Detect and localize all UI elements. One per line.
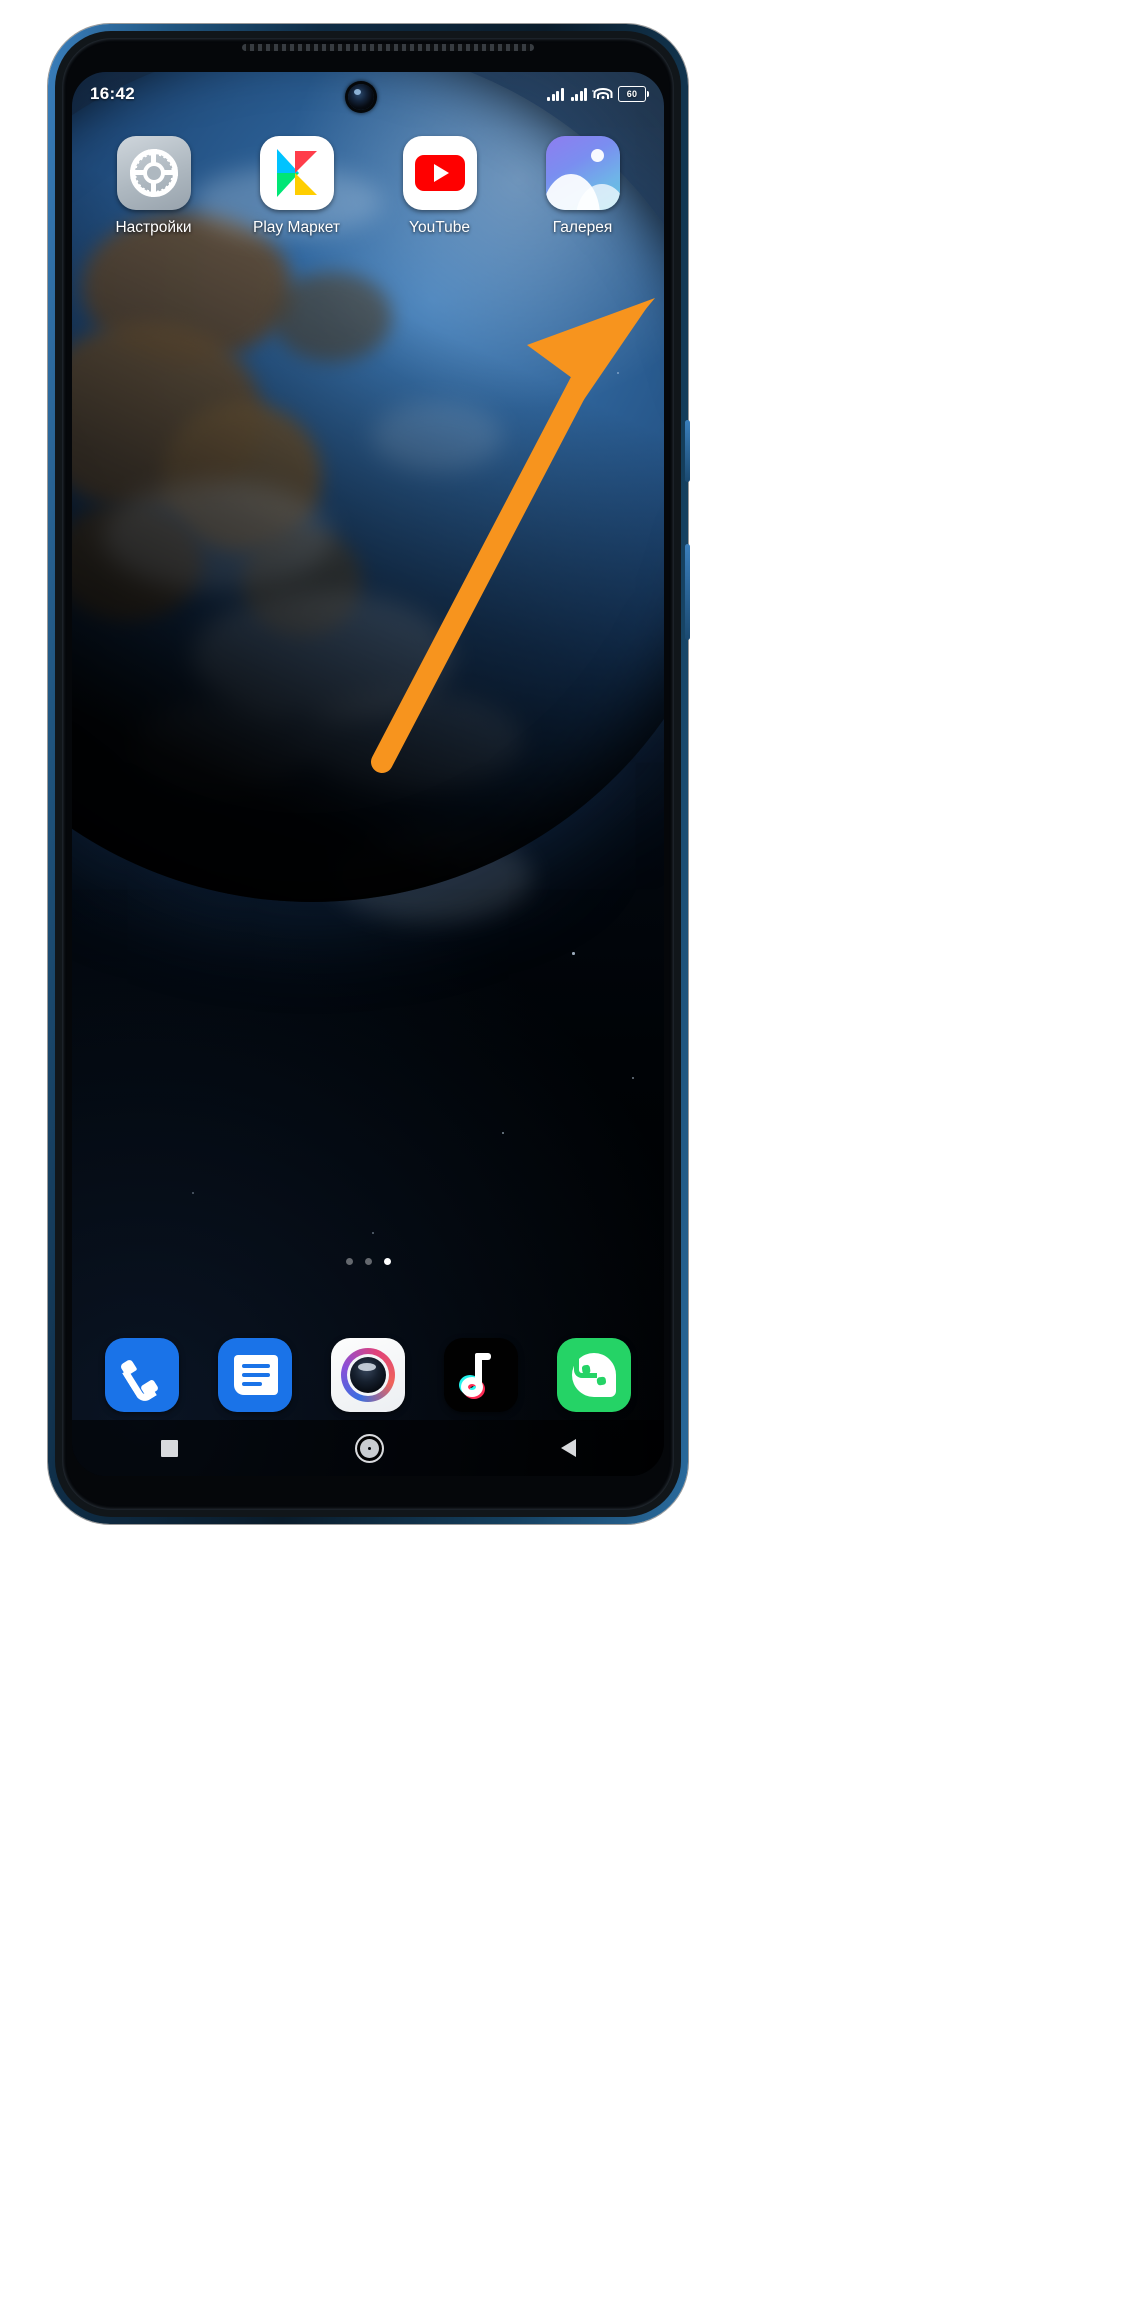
play-store-icon[interactable] [259, 136, 334, 210]
front-camera-punch-hole [348, 84, 374, 110]
page-dot-active[interactable] [383, 1258, 391, 1265]
screenshot-stage: 16:42 60 Настройки Play Маркет YouTube Г… [0, 0, 1128, 2320]
app-settings[interactable]: Настройки [95, 136, 213, 237]
app-label: Галерея [552, 219, 613, 236]
status-bar-clock: 16:42 [90, 84, 135, 103]
earpiece-speaker [242, 44, 534, 51]
app-play-market[interactable]: Play Маркет [238, 136, 356, 237]
messages-icon[interactable] [218, 1338, 293, 1412]
settings-gear-icon[interactable] [116, 136, 191, 210]
whatsapp-icon[interactable] [556, 1338, 631, 1412]
gallery-icon[interactable] [545, 136, 620, 210]
app-label: Play Маркет [253, 219, 340, 236]
power-button[interactable] [685, 544, 690, 640]
page-dot[interactable] [345, 1258, 353, 1265]
signal-bars-sim2-icon [570, 87, 587, 101]
battery-percent-label: 60 [626, 88, 638, 99]
recents-square-icon[interactable] [160, 1439, 178, 1457]
app-label: Настройки [115, 219, 192, 236]
app-youtube[interactable]: YouTube [381, 136, 499, 237]
wifi-icon [593, 87, 612, 101]
dock [72, 1338, 664, 1412]
page-dot[interactable] [364, 1258, 372, 1265]
signal-bars-sim1-icon [547, 87, 564, 101]
home-app-grid: Настройки Play Маркет YouTube Галерея [72, 136, 664, 237]
home-circle-icon[interactable] [354, 1433, 384, 1463]
app-label: YouTube [409, 219, 470, 236]
wallpaper [72, 72, 664, 1476]
volume-button[interactable] [685, 420, 690, 482]
navigation-bar [72, 1420, 664, 1476]
phone-icon[interactable] [105, 1338, 180, 1412]
phone-screen: 16:42 60 Настройки Play Маркет YouTube Г… [72, 72, 664, 1476]
camera-icon[interactable] [330, 1338, 405, 1412]
back-triangle-icon[interactable] [560, 1439, 576, 1457]
tiktok-icon[interactable] [443, 1338, 518, 1412]
battery-icon: 60 [618, 86, 649, 102]
page-indicator [72, 1258, 664, 1265]
youtube-icon[interactable] [402, 136, 477, 210]
status-bar-icons: 60 [547, 86, 649, 102]
app-gallery[interactable]: Галерея [524, 136, 642, 237]
